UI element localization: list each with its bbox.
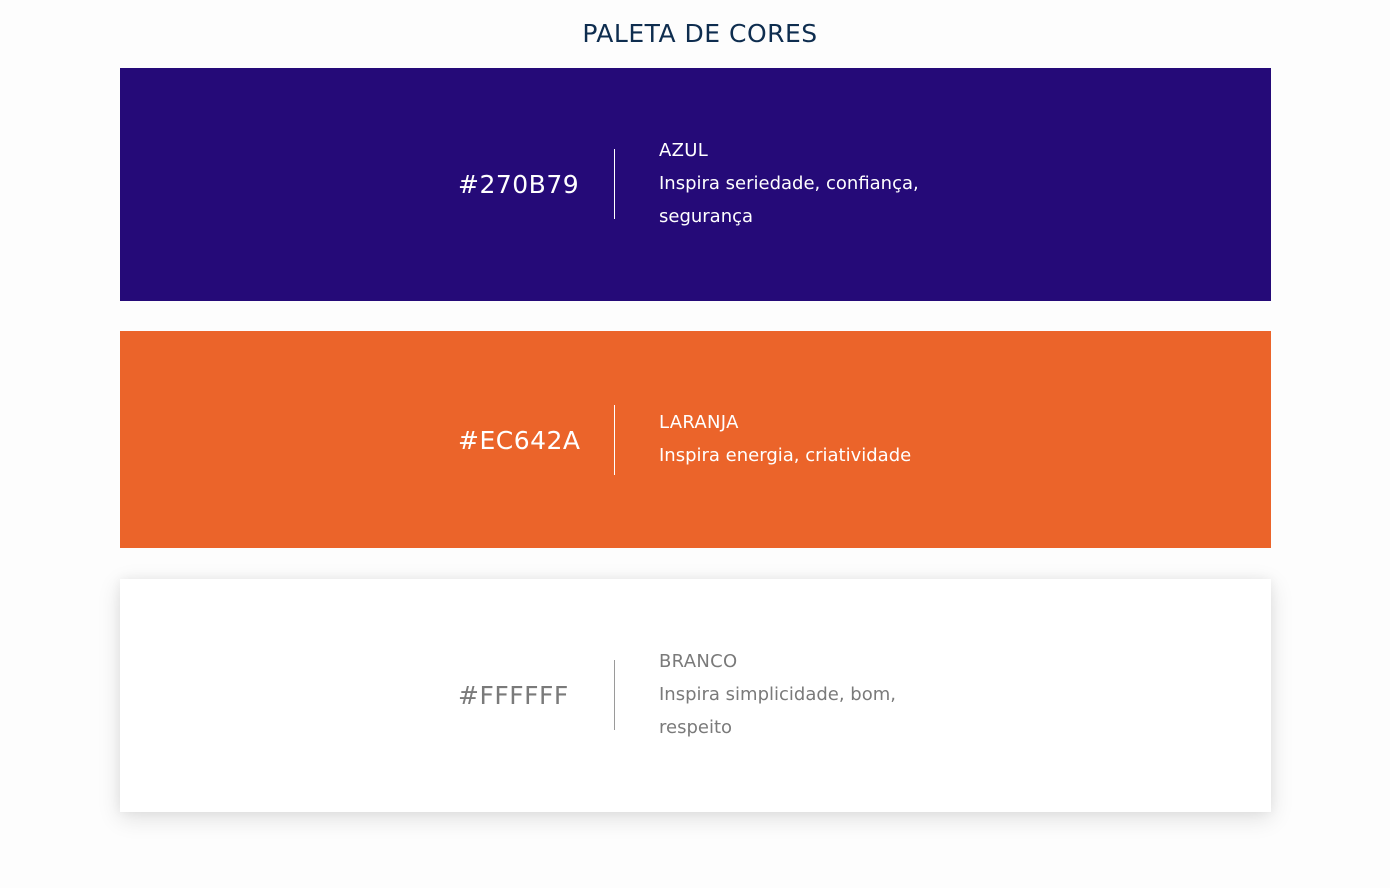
color-description: Inspira simplicidade, bom, respeito xyxy=(659,684,897,738)
color-swatch-azul: #270B79 AZUL Inspira seriedade, confianç… xyxy=(120,68,1271,301)
divider xyxy=(614,660,615,730)
hex-code: #270B79 xyxy=(458,170,580,199)
hex-code: #EC642A xyxy=(458,426,581,455)
hex-code: #FFFFFF xyxy=(458,681,569,710)
color-info: LARANJA Inspira energia, criatividade xyxy=(659,406,959,472)
divider xyxy=(614,149,615,219)
color-info: AZUL Inspira seriedade, confiança, segur… xyxy=(659,134,959,233)
page-title: PALETA DE CORES xyxy=(582,19,818,48)
color-palette-page: PALETA DE CORES #270B79 AZUL Inspira ser… xyxy=(0,0,1390,888)
color-swatch-laranja: #EC642A LARANJA Inspira energia, criativ… xyxy=(120,331,1271,548)
color-description: Inspira seriedade, confiança, segurança xyxy=(659,173,919,227)
divider xyxy=(614,405,615,475)
color-description: Inspira energia, criatividade xyxy=(659,445,912,466)
color-name: BRANCO xyxy=(659,651,738,672)
color-info: BRANCO Inspira simplicidade, bom, respei… xyxy=(659,645,959,744)
color-name: LARANJA xyxy=(659,412,739,433)
color-swatch-branco: #FFFFFF BRANCO Inspira simplicidade, bom… xyxy=(120,579,1271,812)
color-name: AZUL xyxy=(659,140,709,161)
